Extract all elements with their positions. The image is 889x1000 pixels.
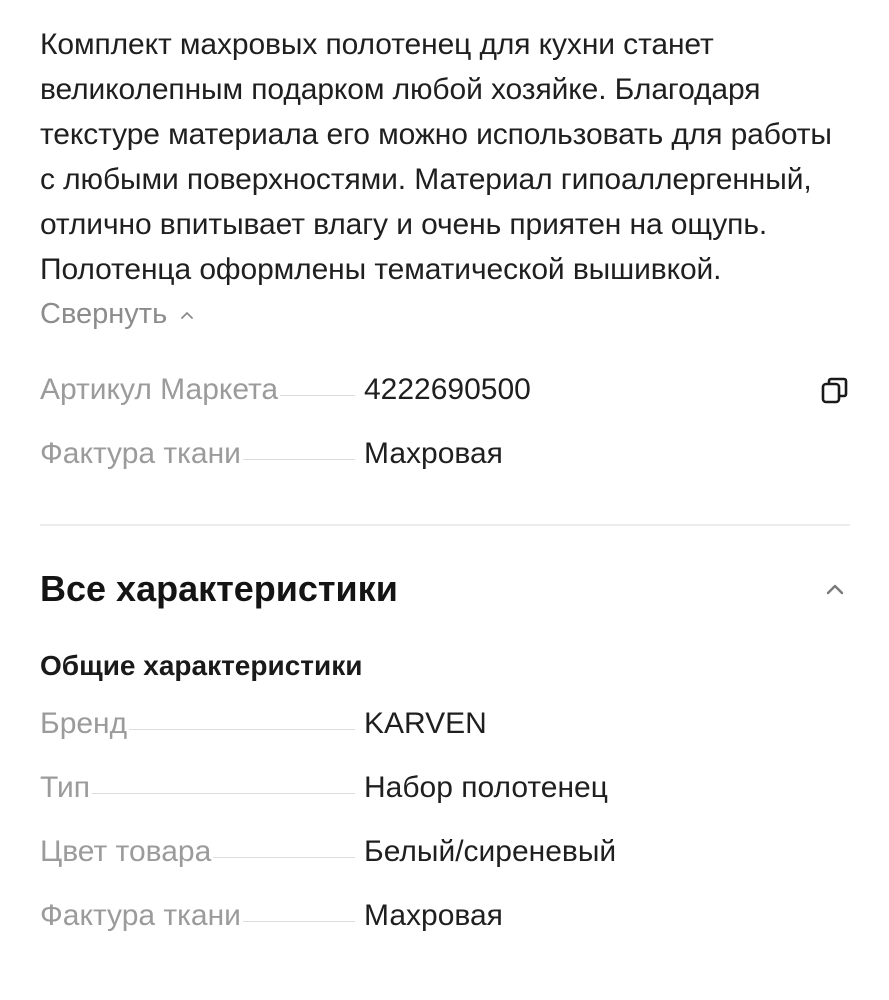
product-description: Комплект махровых полотенец для кухни ст… xyxy=(40,28,832,286)
spec-key: Тип xyxy=(40,771,91,804)
spec-value: Белый/сиреневый xyxy=(364,835,617,868)
spec-value: Махровая xyxy=(364,437,503,470)
spec-key: Артикул Маркета xyxy=(40,373,279,406)
leader-line xyxy=(213,857,355,858)
all-specs-title: Все характеристики xyxy=(40,568,398,609)
all-specs-header[interactable]: Все характеристики xyxy=(40,564,850,614)
chevron-up-icon xyxy=(826,584,844,595)
chevron-up-icon xyxy=(181,311,194,319)
spec-row-fabric: Фактура ткани Махровая xyxy=(40,884,850,948)
spec-value[interactable]: 4222690500 xyxy=(364,373,531,407)
spec-row-type: Тип Набор полотенец xyxy=(40,756,850,820)
leader-line xyxy=(129,729,355,730)
spec-row-color: Цвет товара Белый/сиреневый xyxy=(40,820,850,884)
spec-group-title: Общие характеристики xyxy=(40,650,363,681)
leader-line xyxy=(92,793,355,794)
collapse-description-button[interactable]: Свернуть xyxy=(40,298,195,331)
spec-key: Цвет товара xyxy=(40,835,212,868)
brief-specs: Артикул Маркета 4222690500 Фактура ткани… xyxy=(40,358,850,486)
leader-line xyxy=(280,395,355,396)
section-toggle[interactable] xyxy=(820,574,850,604)
spec-row-article: Артикул Маркета 4222690500 xyxy=(40,358,850,422)
spec-row-fabric: Фактура ткани Махровая xyxy=(40,422,850,486)
spec-key: Фактура ткани xyxy=(40,899,241,932)
spec-value: Набор полотенец xyxy=(364,771,608,804)
collapse-label: Свернуть xyxy=(40,298,168,330)
spec-value: KARVEN xyxy=(364,707,487,740)
copy-icon[interactable] xyxy=(820,376,850,406)
spec-row-brand: Бренд KARVEN xyxy=(40,692,850,756)
product-details: Комплект махровых полотенец для кухни ст… xyxy=(40,22,850,948)
spec-key: Бренд xyxy=(40,707,128,740)
divider xyxy=(40,524,850,526)
spec-value: Махровая xyxy=(364,899,503,932)
spec-group-general: Бренд KARVEN Тип Набор полотенец Цвет то… xyxy=(40,692,850,948)
spec-key: Фактура ткани xyxy=(40,437,241,470)
leader-line xyxy=(242,921,355,922)
leader-line xyxy=(242,459,355,460)
